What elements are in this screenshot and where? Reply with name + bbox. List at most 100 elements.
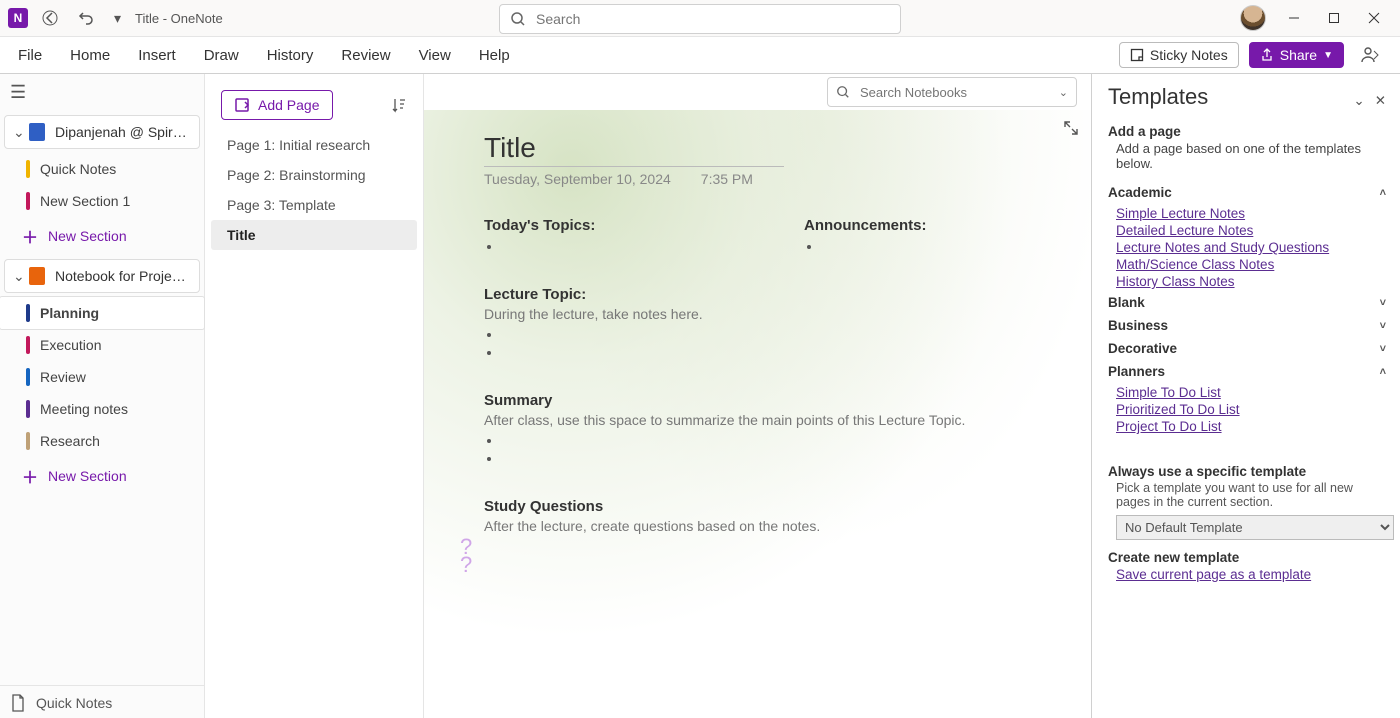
template-category-business[interactable]: Business ˅ [1108, 314, 1386, 337]
empty-bullet[interactable] [502, 238, 644, 256]
todays-topics-heading: Today's Topics: [484, 217, 644, 234]
template-link[interactable]: Project To Do List [1116, 419, 1386, 434]
template-category-academic[interactable]: Academic ˄ [1108, 181, 1386, 204]
template-link[interactable]: Simple Lecture Notes [1116, 206, 1386, 221]
ribbon-tab-help[interactable]: Help [475, 43, 514, 68]
undo-button[interactable] [72, 6, 100, 30]
ribbon: File Home Insert Draw History Review Vie… [0, 37, 1400, 74]
ribbon-tab-insert[interactable]: Insert [134, 43, 180, 68]
empty-bullet[interactable] [822, 238, 964, 256]
search-notebooks-input[interactable] [858, 84, 1051, 101]
share-icon [1260, 48, 1274, 62]
notebook-item-1[interactable]: ⌄ Dipanjenah @ Spiral… [4, 115, 200, 149]
notebook-icon [29, 123, 45, 141]
search-icon [510, 11, 526, 27]
ribbon-tab-history[interactable]: History [263, 43, 318, 68]
share-button[interactable]: Share ▼ [1249, 42, 1344, 68]
undo-icon [78, 10, 94, 26]
create-new-template-heading: Create new template [1108, 550, 1239, 565]
back-button[interactable] [36, 6, 64, 30]
account-button[interactable] [1354, 41, 1386, 69]
ribbon-tab-file[interactable]: File [14, 43, 46, 68]
empty-bullet[interactable] [502, 344, 1091, 362]
question-tag-icon[interactable]: ? [460, 538, 1091, 556]
maximize-icon [1328, 12, 1340, 24]
add-page-button[interactable]: Add Page [221, 90, 333, 120]
template-link[interactable]: Lecture Notes and Study Questions [1116, 240, 1386, 255]
template-category-blank[interactable]: Blank ˅ [1108, 291, 1386, 314]
page-title[interactable]: Title [484, 132, 784, 167]
window-minimize[interactable] [1282, 8, 1306, 28]
notebook-icon [29, 267, 45, 285]
customize-qat-button[interactable]: ▾ [108, 6, 127, 31]
global-search[interactable] [499, 4, 901, 34]
notebook-item-2[interactable]: ⌄ Notebook for Project A [4, 259, 200, 293]
ribbon-tab-home[interactable]: Home [66, 43, 114, 68]
announcements-block[interactable]: Announcements: [804, 217, 964, 256]
new-section-button-2[interactable]: ＋ New Section [0, 457, 204, 495]
empty-bullet[interactable] [502, 450, 1091, 468]
empty-bullet[interactable] [502, 326, 1091, 344]
fullscreen-button[interactable] [1063, 120, 1079, 136]
page-item[interactable]: Title [211, 220, 417, 250]
user-avatar[interactable] [1240, 5, 1266, 31]
section-research[interactable]: Research [0, 425, 204, 457]
titlebar: N ▾ Title - OneNote [0, 0, 1400, 37]
sticky-notes-button[interactable]: Sticky Notes [1119, 42, 1239, 68]
study-questions-block[interactable]: Study Questions After the lecture, creat… [484, 498, 1091, 534]
new-section-button-1[interactable]: ＋ New Section [0, 217, 204, 255]
window-close[interactable] [1362, 8, 1386, 28]
templates-dropdown-button[interactable]: ⌄ [1353, 93, 1364, 109]
section-quick-notes[interactable]: Quick Notes [0, 153, 204, 185]
search-icon [836, 85, 850, 99]
template-link[interactable]: Math/Science Class Notes [1116, 257, 1386, 272]
empty-bullet[interactable] [502, 432, 1091, 450]
section-color-icon [26, 400, 30, 418]
default-template-select[interactable]: No Default Template [1116, 515, 1394, 540]
ribbon-tab-view[interactable]: View [415, 43, 455, 68]
section-review[interactable]: Review [0, 361, 204, 393]
nav-toggle[interactable]: ☰ [0, 74, 204, 111]
section-color-icon [26, 432, 30, 450]
quick-notes-label: Quick Notes [36, 695, 112, 711]
sticky-notes-label: Sticky Notes [1150, 47, 1228, 63]
templates-close-button[interactable]: ✕ [1375, 93, 1386, 109]
template-link[interactable]: Prioritized To Do List [1116, 402, 1386, 417]
template-category-planners[interactable]: Planners ˄ [1108, 360, 1386, 383]
page-canvas[interactable]: Title Tuesday, September 10, 2024 7:35 P… [424, 110, 1091, 718]
todays-topics-block[interactable]: Today's Topics: [484, 217, 644, 256]
search-notebooks[interactable]: ⌄ [827, 77, 1077, 107]
page-item[interactable]: Page 2: Brainstorming [211, 160, 417, 190]
section-new-section-1[interactable]: New Section 1 [0, 185, 204, 217]
always-use-desc: Pick a template you want to use for all … [1116, 481, 1386, 509]
pages-pane: Add Page Page 1: Initial research Page 2… [205, 74, 424, 718]
main-body: ☰ ⌄ Dipanjenah @ Spiral… Quick Notes New… [0, 74, 1400, 718]
quick-notes-footer[interactable]: Quick Notes [0, 685, 204, 718]
lecture-topic-block[interactable]: Lecture Topic: During the lecture, take … [484, 286, 1091, 362]
caret-down-icon: ˅ [1380, 343, 1386, 355]
section-color-icon [26, 336, 30, 354]
share-label: Share [1280, 47, 1317, 63]
section-execution[interactable]: Execution [0, 329, 204, 361]
new-section-label: New Section [48, 228, 127, 244]
section-meeting-notes[interactable]: Meeting notes [0, 393, 204, 425]
ribbon-tab-draw[interactable]: Draw [200, 43, 243, 68]
save-template-link[interactable]: Save current page as a template [1116, 567, 1386, 582]
template-link[interactable]: History Class Notes [1116, 274, 1386, 289]
global-search-input[interactable] [534, 10, 890, 28]
section-planning[interactable]: Planning [0, 297, 204, 329]
summary-block[interactable]: Summary After class, use this space to s… [484, 392, 1091, 468]
page-item[interactable]: Page 3: Template [211, 190, 417, 220]
template-link[interactable]: Simple To Do List [1116, 385, 1386, 400]
plus-icon: ＋ [22, 464, 38, 488]
ribbon-tab-review[interactable]: Review [337, 43, 394, 68]
sort-pages-button[interactable] [387, 93, 411, 117]
template-link[interactable]: Detailed Lecture Notes [1116, 223, 1386, 238]
section-label: Meeting notes [40, 401, 128, 417]
question-tag-icon[interactable]: ? [460, 556, 1091, 574]
section-label: Quick Notes [40, 161, 116, 177]
page-item[interactable]: Page 1: Initial research [211, 130, 417, 160]
template-category-decorative[interactable]: Decorative ˅ [1108, 337, 1386, 360]
chevron-down-icon[interactable]: ⌄ [1059, 86, 1068, 99]
window-maximize[interactable] [1322, 8, 1346, 28]
